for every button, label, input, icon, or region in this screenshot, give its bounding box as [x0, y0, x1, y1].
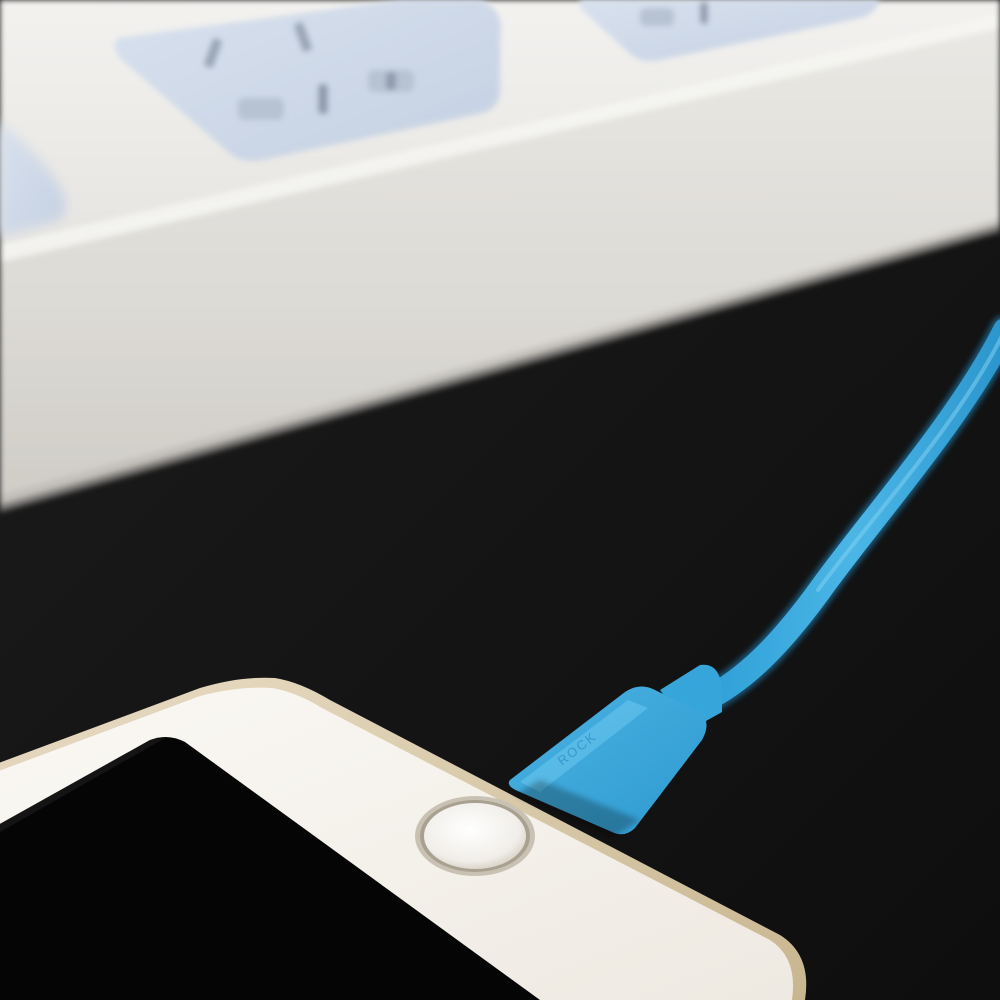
home-button-icon[interactable]	[415, 796, 535, 876]
photo-scene: ROCK	[0, 0, 1000, 1000]
